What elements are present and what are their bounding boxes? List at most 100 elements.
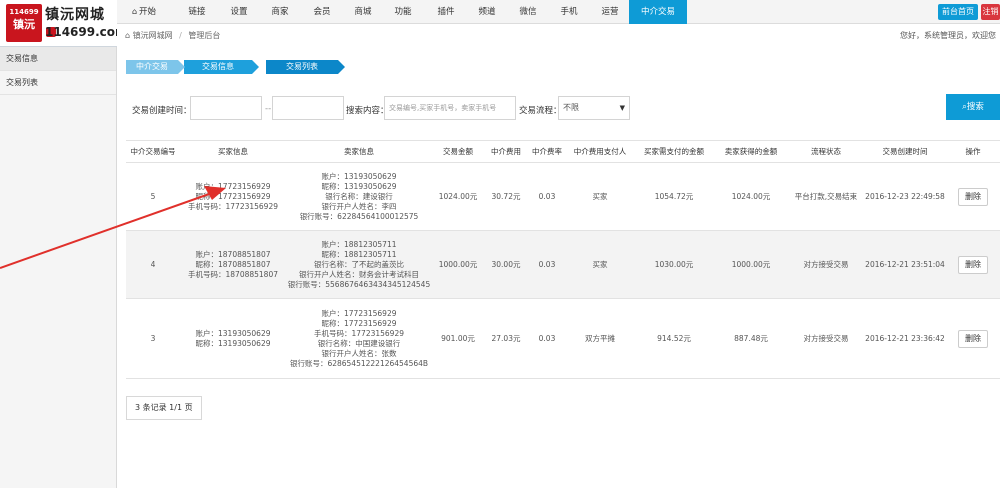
cell-created: 2016-12-21 23:51:04 (864, 230, 946, 299)
step-escrow[interactable]: 中介交易 (126, 60, 178, 74)
breadcrumb: ⌂ 镇沅网城网 / 管理后台 (125, 31, 221, 40)
cell-trade-id: 5 (126, 162, 180, 231)
step-trade-list[interactable]: 交易列表 (266, 60, 338, 74)
home-icon: ⌂ (131, 7, 138, 16)
home-icon: ⌂ (125, 31, 131, 40)
cell-rate: 0.03 (528, 230, 566, 299)
nav-item-members[interactable]: 会员 (304, 0, 340, 24)
cell-seller-info: 账户：13193050629 昵称：13193050629 银行名称：建设银行 … (286, 162, 432, 231)
pagination-info: 3 条记录 1/1 页 (126, 396, 202, 420)
col-header: 中介交易编号 (126, 140, 180, 163)
filter-bar: 交易创建时间： -- 搜索内容： 交易编号,买家手机号，卖家手机号 交易流程： … (118, 92, 1000, 130)
nav-item-links[interactable]: 链接 (179, 0, 215, 24)
nav-item-merchants[interactable]: 商家 (262, 0, 298, 24)
cell-payer: 买家 (566, 162, 634, 231)
end-date-input[interactable] (272, 96, 344, 120)
main-nav: ⌂ 开始 链接 设置 商家 会员 商城 功能 插件 频道 微信 手机 运营 中介交… (117, 0, 1000, 24)
cell-seller-info: 账户：18812305711 昵称：18812305711 银行名称：了不起的盖… (286, 230, 432, 299)
trade-table: 中介交易编号 买家信息 卖家信息 交易金额 中介费用 中介费率 中介费用支付人 … (126, 140, 1000, 379)
logo-seal: 114699 镇沅 (6, 4, 42, 42)
nav-item-start[interactable]: ⌂ 开始 (125, 0, 163, 24)
cell-status: 对方接受交易 (788, 298, 864, 379)
nav-item-mobile[interactable]: 手机 (551, 0, 587, 24)
delete-button[interactable]: 删除 (958, 255, 988, 274)
delete-button[interactable]: 删除 (958, 329, 988, 348)
cell-fee: 27.03元 (484, 298, 528, 379)
seller-line: 昵称：13193050629 (321, 181, 397, 191)
logo-url: 114699.com (45, 25, 128, 39)
cell-buyer-pay: 914.52元 (634, 298, 714, 379)
cell-buyer-info: 账户：18708851807 昵称：18708851807 手机号码：18708… (180, 230, 286, 299)
flow-select[interactable]: 不限 ▼ (558, 96, 630, 120)
date-range-dash: -- (265, 104, 272, 114)
seller-line: 银行开户人姓名：财务会计考试科目 (299, 269, 419, 279)
cell-action: 删除 (946, 298, 1000, 379)
cell-amount: 901.00元 (432, 298, 484, 379)
cell-seller-get: 1024.00元 (714, 162, 788, 231)
seller-line: 银行名称：建设银行 (325, 191, 393, 201)
main-content: 中介交易 交易信息 交易列表 交易创建时间： -- 搜索内容： 交易编号,买家手… (118, 47, 1000, 488)
table-row: 3 账户：13193050629 昵称：13193050629 账户：17723… (126, 298, 1000, 379)
cell-seller-info: 账户：17723156929 昵称：17723156929 手机号码：17723… (286, 298, 432, 379)
buyer-line: 昵称：13193050629 (195, 338, 271, 348)
nav-item-wechat[interactable]: 微信 (510, 0, 546, 24)
cell-rate: 0.03 (528, 298, 566, 379)
col-header: 买家需支付的金额 (634, 140, 714, 163)
sidebar-item-trade-list[interactable]: 交易列表 (0, 71, 116, 95)
buyer-line: 手机号码：18708851807 (188, 269, 278, 279)
cell-created: 2016-12-23 22:49:58 (864, 162, 946, 231)
col-header: 操作 (946, 140, 1000, 163)
seller-line: 银行账号：5568676463434345124545 (287, 279, 431, 289)
sidebar-item-trade-info[interactable]: 交易信息 (0, 47, 116, 71)
table-header-row: 中介交易编号 买家信息 卖家信息 交易金额 中介费用 中介费率 中介费用支付人 … (126, 140, 1000, 163)
seller-line: 账户：18812305711 (321, 239, 397, 249)
cell-buyer-info: 账户：13193050629 昵称：13193050629 (180, 298, 286, 379)
nav-item-operations[interactable]: 运营 (592, 0, 628, 24)
seller-line: 银行账号：62284564100012575 (299, 211, 419, 221)
seller-line: 昵称：18812305711 (321, 249, 397, 259)
cell-trade-id: 3 (126, 298, 180, 379)
cell-rate: 0.03 (528, 162, 566, 231)
col-header: 中介费用支付人 (566, 140, 634, 163)
step-trade-info[interactable]: 交易信息 (184, 60, 252, 74)
col-header: 流程状态 (788, 140, 864, 163)
step-arrow-icon (338, 60, 345, 74)
buyer-line: 账户：17723156929 (195, 181, 271, 191)
search-input[interactable]: 交易编号,买家手机号，卖家手机号 (384, 96, 516, 120)
nav-item-channels[interactable]: 频道 (469, 0, 505, 24)
seller-line: 账户：17723156929 (321, 308, 397, 318)
cell-created: 2016-12-21 23:36:42 (864, 298, 946, 379)
cell-amount: 1024.00元 (432, 162, 484, 231)
nav-item-settings[interactable]: 设置 (221, 0, 257, 24)
cell-action: 删除 (946, 162, 1000, 231)
cell-buyer-pay: 1054.72元 (634, 162, 714, 231)
start-date-input[interactable] (190, 96, 262, 120)
cell-trade-id: 4 (126, 230, 180, 299)
nav-item-features[interactable]: 功能 (385, 0, 421, 24)
buyer-line: 账户：18708851807 (195, 249, 271, 259)
cell-payer: 双方平摊 (566, 298, 634, 379)
breadcrumb-section[interactable]: 管理后台 (188, 31, 220, 40)
nav-item-mall[interactable]: 商城 (345, 0, 381, 24)
buyer-line: 昵称：17723156929 (195, 191, 271, 201)
site-logo[interactable]: 114699 镇沅 镇沅网城 114699.com (6, 4, 128, 44)
sub-bar: ⌂ 镇沅网城网 / 管理后台 您好，系统管理员，欢迎您 (117, 25, 1000, 47)
flow-select-value: 不限 (563, 103, 579, 112)
breadcrumb-site[interactable]: 镇沅网城网 (133, 31, 173, 40)
nav-item-escrow[interactable]: 中介交易 (629, 0, 687, 24)
cell-buyer-pay: 1030.00元 (634, 230, 714, 299)
top-bar: 114699 镇沅 镇沅网城 114699.com ⌂ 开始 链接 设置 商家 会… (0, 0, 1000, 47)
cell-action: 删除 (946, 230, 1000, 299)
frontend-home-button[interactable]: 前台首页 (938, 4, 978, 20)
nav-item-plugins[interactable]: 插件 (428, 0, 464, 24)
col-header: 中介费用 (484, 140, 528, 163)
seller-line: 手机号码：17723156929 (314, 328, 404, 338)
buyer-line: 账户：13193050629 (195, 328, 271, 338)
delete-button[interactable]: 删除 (958, 187, 988, 206)
buyer-line: 手机号码：17723156929 (188, 201, 278, 211)
logout-button[interactable]: 注销 (981, 4, 1000, 20)
col-header: 买家信息 (180, 140, 286, 163)
search-button[interactable]: ⌕搜索 (946, 94, 1000, 120)
seller-line: 银行账号：62865451222126454564B (289, 358, 429, 368)
cell-seller-get: 887.48元 (714, 298, 788, 379)
